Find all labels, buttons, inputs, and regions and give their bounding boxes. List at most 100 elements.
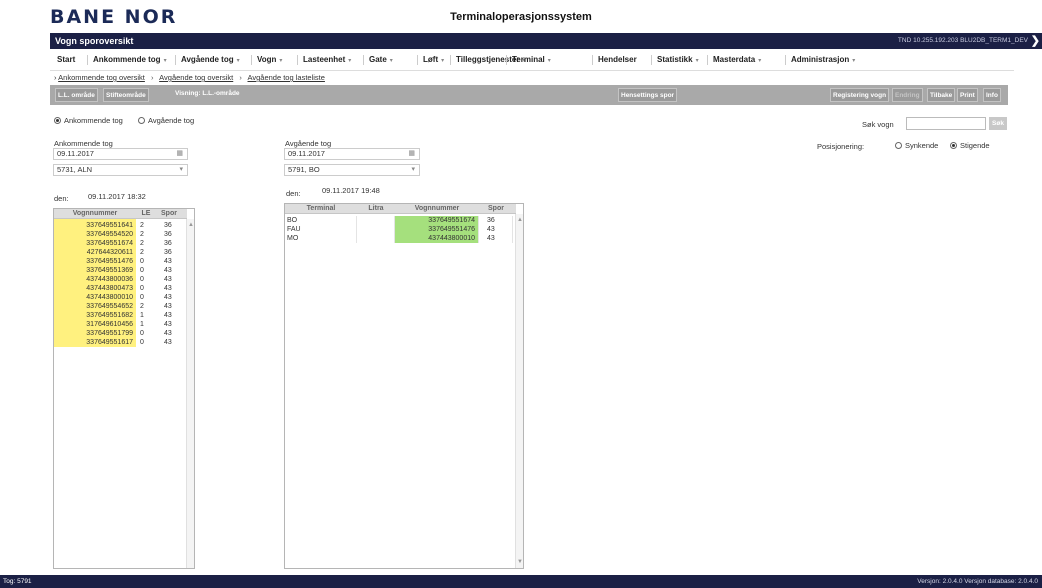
breadcrumb-ankommende-oversikt[interactable]: Ankommende tog oversikt [58,73,145,82]
chevron-right-icon[interactable]: ❯ [1031,34,1040,47]
table-row[interactable]: 437443800010 0 43 [54,293,187,302]
chevron-down-icon: ▾ [758,58,762,64]
departure-date-field[interactable]: 09.11.2017 ▦ [284,148,420,160]
table-row[interactable]: MO 437443800010 43 [285,234,516,243]
chevron-down-icon: ▾ [441,58,445,64]
table-row[interactable]: 337649554520 2 36 [54,230,187,239]
departure-den-value: 09.11.2017 19:48 [322,186,380,195]
calendar-icon[interactable]: ▦ [176,149,183,159]
menu-item-label: Hendelser [598,55,637,64]
radio-avgaende[interactable]: Avgående tog [138,116,194,125]
cell-vognnummer: 437443800010 [54,293,136,302]
hensettings-spor-button[interactable]: Hensettings spor [618,88,678,102]
vertical-scrollbar[interactable]: ▲ ▼ [515,214,523,568]
cell-spor: 36 [479,216,513,225]
departure-wagon-table: Terminal Litra Vognnummer Spor ▲ ▼ BO 337… [284,203,524,569]
menu-item[interactable]: Ankommende tog ▾ [90,53,170,67]
menu-item[interactable]: Vogn ▾ [254,53,285,67]
table-row[interactable]: 337649554652 2 43 [54,302,187,311]
menu-item[interactable]: Statistikk ▾ [654,53,702,67]
menu-item[interactable]: Gate ▾ [366,53,396,67]
cell-le: 0 [140,339,144,346]
title-bar: Vogn sporoversikt TND 10.255.192.203 BLU… [50,33,1042,49]
table-row[interactable]: 337649551674 2 36 [54,239,187,248]
table-row[interactable]: 337649551799 0 43 [54,329,187,338]
ll-omrade-button[interactable]: L.L. område [55,88,98,102]
registrering-vogn-button[interactable]: Registering vogn [830,88,890,102]
menu-item-label: Statistikk [657,55,693,64]
info-button[interactable]: Info [983,88,1001,102]
col-vognnummer[interactable]: Vognnummer [54,209,136,219]
breadcrumb-avgaende-lasteliste[interactable]: Avgående tog lasteliste [248,73,325,82]
arrival-den-value: 09.11.2017 18:32 [88,192,146,201]
chevron-down-icon: ▾ [547,58,551,64]
col-spor[interactable]: Spor [158,209,180,219]
stifteomrade-button[interactable]: Stifteområde [103,88,149,102]
breadcrumb-sep-icon: › [150,73,154,82]
cell-spor: 43 [479,225,513,234]
menu-separator [251,55,252,65]
search-vogn-input[interactable] [906,117,986,130]
departure-train-select[interactable]: 5791, BO ▾ [284,164,420,176]
col-le[interactable]: LE [138,209,154,219]
menu-item-label: Gate [369,55,387,64]
arrival-wagon-table: Vognnummer LE Spor ▲ 337649551641 2 36 3376… [53,208,195,569]
page-title: Vogn sporoversikt [55,36,134,46]
cell-le: 0 [140,276,144,283]
radio-synkende[interactable]: Synkende [895,141,938,150]
menu-item[interactable]: Lasteenhet ▾ [300,53,354,67]
radio-selected-icon [950,142,957,149]
arrival-train-select[interactable]: 5731, ALN ▾ [53,164,188,176]
arrival-date-field[interactable]: 09.11.2017 ▦ [53,148,188,160]
table-row[interactable]: 337649551617 0 43 [54,338,187,347]
cell-le: 1 [140,312,144,319]
tilbake-button[interactable]: Tilbake [927,88,956,102]
scroll-up-icon[interactable]: ▲ [516,216,524,224]
col-litra[interactable]: Litra [357,204,395,214]
breadcrumb-sep-icon: › [239,73,242,82]
cell-vognnummer: 317649610456 [54,320,136,329]
col-vognnummer[interactable]: Vognnummer [395,204,479,214]
cell-le: 2 [140,249,144,256]
menu-item[interactable]: Administrasjon ▾ [788,53,858,67]
cell-vognnummer: 337649554520 [54,230,136,239]
table-row[interactable]: 337649551641 2 36 [54,221,187,230]
table-row[interactable]: 337649551476 0 43 [54,257,187,266]
search-label: Søk vogn [862,120,894,129]
table-row[interactable]: FAU 337649551476 43 [285,225,516,234]
col-spor[interactable]: Spor [479,204,513,214]
endring-button[interactable]: Endring [892,88,923,102]
menu-item[interactable]: Løft ▾ [420,53,447,67]
table-row[interactable]: 317649610456 1 43 [54,320,187,329]
table-row[interactable]: 337649551369 0 43 [54,266,187,275]
table-row[interactable]: 337649551682 1 43 [54,311,187,320]
scroll-down-icon[interactable]: ▼ [516,558,524,566]
menu-item[interactable]: Avgående tog ▾ [178,53,243,67]
chevron-down-icon: ▾ [279,58,283,64]
cell-vognnummer: 337649551674 [395,216,479,225]
vertical-scrollbar[interactable]: ▲ [186,219,194,568]
menu-item[interactable]: Start [54,53,78,67]
scroll-up-icon[interactable]: ▲ [187,221,195,229]
cell-le: 0 [140,294,144,301]
col-terminal[interactable]: Terminal [285,204,357,214]
cell-spor: 43 [479,234,513,243]
menu-item[interactable]: Hendelser [595,53,640,67]
menu-separator [707,55,708,65]
table-row[interactable]: 437443800036 0 43 [54,275,187,284]
radio-ankommende[interactable]: Ankommende tog [54,116,123,125]
table-row[interactable]: 427644320611 2 36 [54,248,187,257]
menu-item[interactable]: Masterdata ▾ [710,53,764,67]
table-row[interactable]: 437443800473 0 43 [54,284,187,293]
cell-le: 0 [140,285,144,292]
breadcrumb-avgaende-oversikt[interactable]: Avgående tog oversikt [159,73,233,82]
highlight-fill [54,219,136,221]
cell-spor: 43 [164,294,172,301]
search-button[interactable]: Søk [989,117,1007,130]
radio-stigende[interactable]: Stigende [950,141,990,150]
table-row[interactable]: BO 337649551674 36 [285,216,516,225]
radio-unselected-icon [138,117,145,124]
calendar-icon[interactable]: ▦ [408,149,415,159]
menu-item[interactable]: Terminal ▾ [509,53,554,67]
print-button[interactable]: Print [957,88,978,102]
